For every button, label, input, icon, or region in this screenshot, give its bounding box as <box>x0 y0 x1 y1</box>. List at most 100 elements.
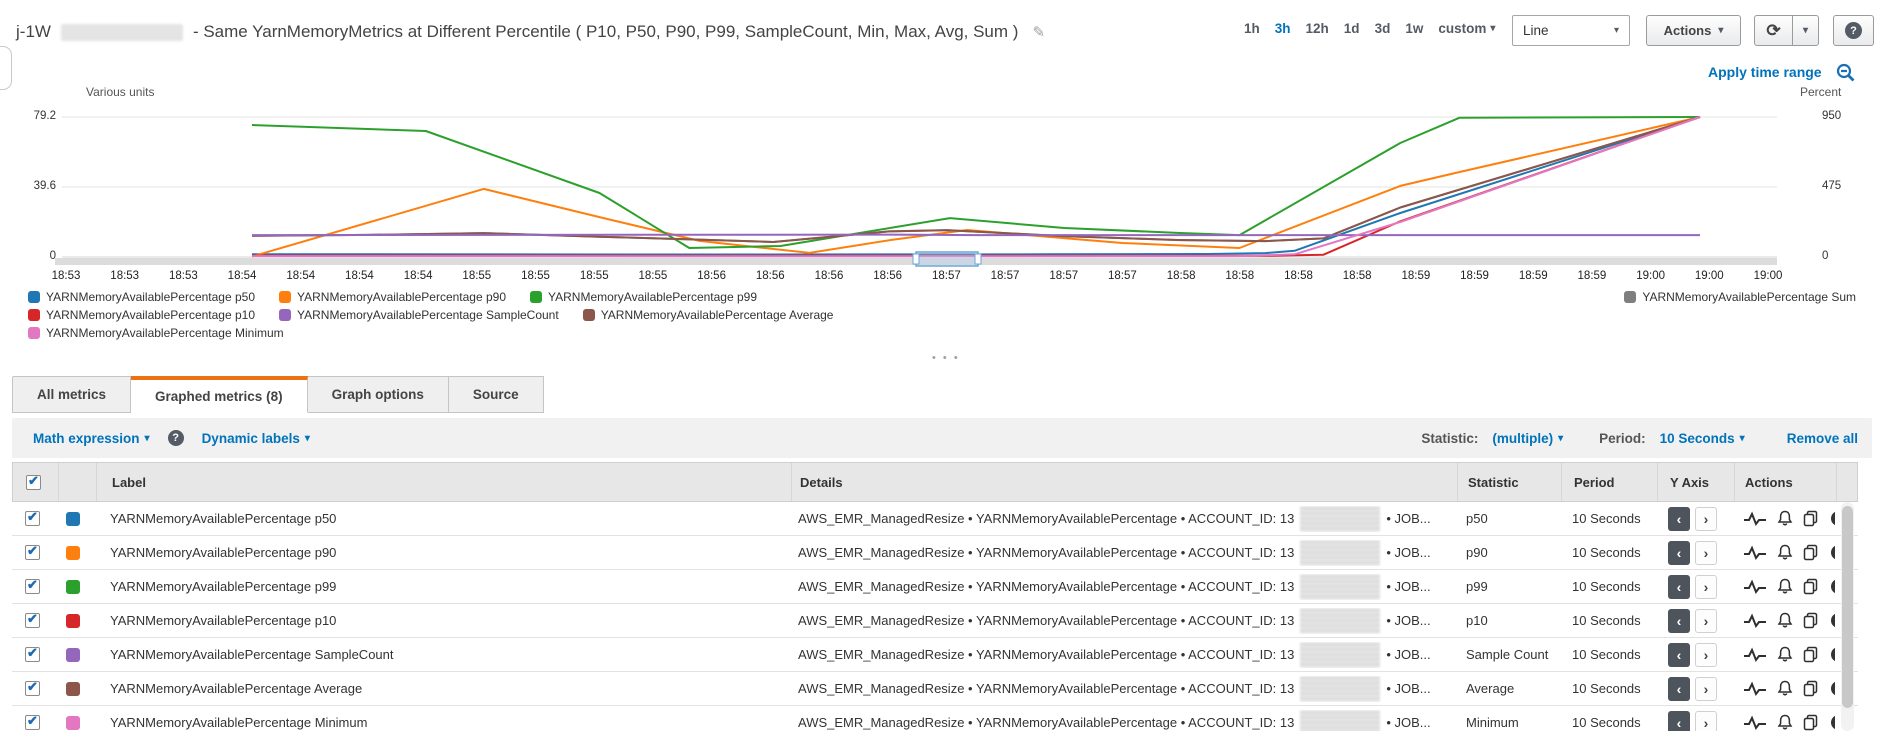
series-line-Average <box>252 117 1700 242</box>
left-axis-tick: 39.6 <box>16 180 56 192</box>
legend-item[interactable]: YARNMemoryAvailablePercentage p10 <box>28 308 255 322</box>
row-checkbox[interactable] <box>25 613 40 628</box>
legend-item-sum[interactable]: YARNMemoryAvailablePercentage Sum <box>1624 290 1856 304</box>
view-metric-sparkline-icon[interactable] <box>1743 511 1767 527</box>
legend-item[interactable]: YARNMemoryAvailablePercentage p90 <box>279 290 506 304</box>
brush-handle-left[interactable] <box>913 254 919 264</box>
create-alarm-bell-icon[interactable] <box>1777 714 1793 731</box>
yaxis-right-button[interactable]: › <box>1695 609 1717 633</box>
select-all-checkbox[interactable] <box>26 475 41 490</box>
statistic-cell: Average <box>1456 681 1560 696</box>
period-dropdown[interactable]: 10 Seconds ▾ <box>1660 431 1745 446</box>
table-scrollbar[interactable] <box>1841 502 1854 731</box>
x-axis-tick: 18:55 <box>580 270 609 282</box>
metrics-line-chart[interactable] <box>0 0 1884 310</box>
view-metric-sparkline-icon[interactable] <box>1743 647 1767 663</box>
row-checkbox[interactable] <box>25 579 40 594</box>
yaxis-cell: ‹› <box>1656 677 1733 701</box>
remove-all-link[interactable]: Remove all <box>1787 431 1858 446</box>
period-cell: 10 Seconds <box>1560 511 1656 526</box>
yaxis-left-button[interactable]: ‹ <box>1668 643 1690 667</box>
legend-item[interactable]: YARNMemoryAvailablePercentage Average <box>583 308 834 322</box>
create-alarm-bell-icon[interactable] <box>1777 646 1793 663</box>
graphed-metrics-toolbar: Math expression ▾ ? Dynamic labels ▾ Sta… <box>12 418 1872 458</box>
duplicate-metric-icon[interactable] <box>1803 646 1820 663</box>
remove-metric-icon[interactable] <box>1830 680 1835 697</box>
yaxis-left-button[interactable]: ‹ <box>1668 609 1690 633</box>
create-alarm-bell-icon[interactable] <box>1777 544 1793 561</box>
legend-item[interactable]: YARNMemoryAvailablePercentage p50 <box>28 290 255 304</box>
create-alarm-bell-icon[interactable] <box>1777 612 1793 629</box>
create-alarm-bell-icon[interactable] <box>1777 578 1793 595</box>
yaxis-left-button[interactable]: ‹ <box>1668 541 1690 565</box>
details-job-text: • JOB... <box>1386 681 1430 696</box>
x-axis-tick: 18:59 <box>1460 270 1489 282</box>
yaxis-right-button[interactable]: › <box>1695 643 1717 667</box>
legend-label: YARNMemoryAvailablePercentage p50 <box>46 290 255 304</box>
remove-metric-icon[interactable] <box>1830 714 1835 731</box>
yaxis-right-button[interactable]: › <box>1695 507 1717 531</box>
duplicate-metric-icon[interactable] <box>1803 680 1820 697</box>
period-value: 10 Seconds <box>1572 545 1641 560</box>
legend-item[interactable]: YARNMemoryAvailablePercentage SampleCoun… <box>279 308 559 322</box>
yaxis-right-button[interactable]: › <box>1695 677 1717 701</box>
right-axis-tick: 0 <box>1822 250 1862 262</box>
x-axis-tick: 18:57 <box>1108 270 1137 282</box>
remove-metric-icon[interactable] <box>1830 510 1835 527</box>
legend-label: YARNMemoryAvailablePercentage Average <box>601 308 834 322</box>
period-cell: 10 Seconds <box>1560 545 1656 560</box>
row-checkbox[interactable] <box>25 681 40 696</box>
yaxis-left-button[interactable]: ‹ <box>1668 507 1690 531</box>
scrollbar-column-header <box>1836 463 1859 501</box>
remove-metric-icon[interactable] <box>1830 578 1835 595</box>
duplicate-metric-icon[interactable] <box>1803 612 1820 629</box>
view-metric-sparkline-icon[interactable] <box>1743 613 1767 629</box>
row-checkbox[interactable] <box>25 715 40 730</box>
view-metric-sparkline-icon[interactable] <box>1743 715 1767 731</box>
resize-handle-dots[interactable]: • • • <box>932 352 960 364</box>
math-expression-help-icon[interactable]: ? <box>168 430 184 446</box>
yaxis-left-button[interactable]: ‹ <box>1668 575 1690 599</box>
scrollbar-thumb[interactable] <box>1842 506 1853 708</box>
tab-graphed-metrics-8-[interactable]: Graphed metrics (8) <box>131 376 308 413</box>
brush-handle-right[interactable] <box>975 254 981 264</box>
view-metric-sparkline-icon[interactable] <box>1743 681 1767 697</box>
remove-metric-icon[interactable] <box>1830 612 1835 629</box>
dynamic-labels-dropdown[interactable]: Dynamic labels ▾ <box>202 431 310 446</box>
view-metric-sparkline-icon[interactable] <box>1743 579 1767 595</box>
legend-item[interactable]: YARNMemoryAvailablePercentage Minimum <box>28 326 284 340</box>
details-cell: AWS_EMR_ManagedResize • YARNMemoryAvaila… <box>790 710 1456 731</box>
row-checkbox[interactable] <box>25 511 40 526</box>
row-checkbox[interactable] <box>25 545 40 560</box>
duplicate-metric-icon[interactable] <box>1803 578 1820 595</box>
statistic-value: p50 <box>1466 511 1488 526</box>
actions-cell <box>1733 714 1835 731</box>
yaxis-right-button[interactable]: › <box>1695 575 1717 599</box>
create-alarm-bell-icon[interactable] <box>1777 680 1793 697</box>
yaxis-left-button[interactable]: ‹ <box>1668 677 1690 701</box>
x-axis-tick: 18:53 <box>110 270 139 282</box>
yaxis-left-button[interactable]: ‹ <box>1668 711 1690 731</box>
view-metric-sparkline-icon[interactable] <box>1743 545 1767 561</box>
x-axis-tick: 18:57 <box>932 270 961 282</box>
legend-item[interactable]: YARNMemoryAvailablePercentage p99 <box>530 290 757 304</box>
create-alarm-bell-icon[interactable] <box>1777 510 1793 527</box>
yaxis-right-button[interactable]: › <box>1695 711 1717 731</box>
row-checkbox[interactable] <box>25 647 40 662</box>
statistic-dropdown[interactable]: (multiple) ▾ <box>1492 431 1563 446</box>
duplicate-metric-icon[interactable] <box>1803 544 1820 561</box>
duplicate-metric-icon[interactable] <box>1803 714 1820 731</box>
statistic-column-header: Statistic <box>1457 463 1561 501</box>
math-expression-dropdown[interactable]: Math expression ▾ <box>33 431 150 446</box>
color-column-header <box>58 463 96 501</box>
tab-all-metrics[interactable]: All metrics <box>12 376 131 413</box>
tab-source[interactable]: Source <box>449 376 544 413</box>
redacted-account-id <box>1300 574 1380 600</box>
duplicate-metric-icon[interactable] <box>1803 510 1820 527</box>
brush-selection[interactable] <box>916 252 978 266</box>
remove-metric-icon[interactable] <box>1830 544 1835 561</box>
tab-graph-options[interactable]: Graph options <box>308 376 449 413</box>
yaxis-right-button[interactable]: › <box>1695 541 1717 565</box>
x-axis-tick: 19:00 <box>1695 270 1724 282</box>
remove-metric-icon[interactable] <box>1830 646 1835 663</box>
